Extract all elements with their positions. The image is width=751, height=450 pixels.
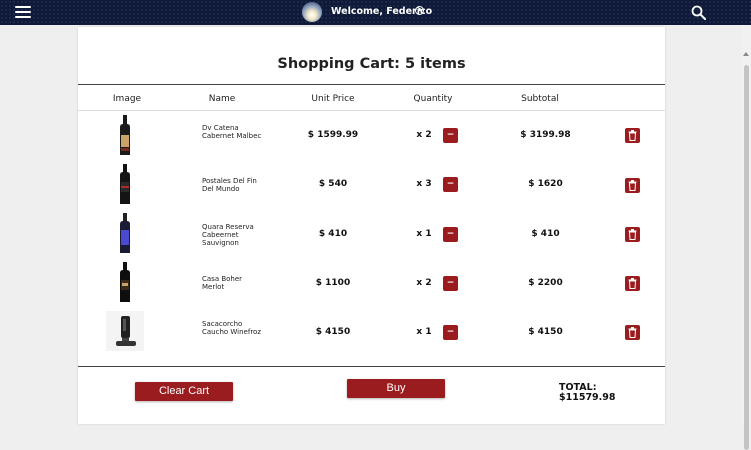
cart-row: Sacacorcho Caucho Winefroz $ 4150 x 1 − … <box>78 311 665 360</box>
scroll-up-arrow-icon[interactable] <box>743 52 749 56</box>
trash-icon <box>628 180 637 191</box>
page-title: Shopping Cart: 5 items <box>277 56 466 72</box>
column-header-unit-price: Unit Price <box>311 94 355 104</box>
corkscrew-image <box>106 311 144 351</box>
quantity: x 2 <box>416 278 432 288</box>
column-header-name: Name <box>208 94 236 104</box>
trash-icon <box>628 130 637 141</box>
cart-row: Quara Reserva Cabeernet Sauvignon $ 410 … <box>78 213 665 262</box>
search-icon[interactable] <box>691 5 706 20</box>
quantity: x 1 <box>416 327 432 337</box>
subtotal: $ 4150 <box>528 327 563 337</box>
product-name: Quara Reserva Cabeernet Sauvignon <box>202 223 254 247</box>
subtotal: $ 1620 <box>528 179 563 189</box>
cart-row: Dv Catena Cabernet Malbec $ 1599.99 x 2 … <box>78 115 665 164</box>
quantity: x 3 <box>416 179 432 189</box>
trash-icon <box>628 327 637 338</box>
product-name: Dv Catena Cabernet Malbec <box>202 124 262 140</box>
page-scrollbar[interactable] <box>742 25 751 450</box>
quantity: x 1 <box>416 229 432 239</box>
decrease-quantity-button[interactable]: − <box>443 227 458 242</box>
clear-cart-button[interactable]: Clear Cart <box>135 382 233 401</box>
product-name: Postales Del Fin Del Mundo <box>202 177 257 193</box>
footer-divider <box>78 366 665 367</box>
delete-item-button[interactable] <box>625 227 640 242</box>
product-name: Sacacorcho Caucho Winefroz <box>202 320 262 336</box>
wine-bottle-image <box>120 213 130 253</box>
column-header-subtotal: Subtotal <box>521 94 559 104</box>
column-header-image: Image <box>112 94 142 104</box>
unit-price: $ 4150 <box>315 327 351 337</box>
logo-icon <box>302 2 322 22</box>
unit-price: $ 1599.99 <box>307 130 359 140</box>
delete-item-button[interactable] <box>625 325 640 340</box>
quantity: x 2 <box>416 130 432 140</box>
column-header-divider <box>78 110 665 111</box>
buy-button[interactable]: Buy <box>347 379 445 398</box>
total-value: $11579.98 <box>559 392 616 403</box>
decrease-quantity-button[interactable]: − <box>443 177 458 192</box>
wine-bottle-image <box>120 164 130 204</box>
decrease-quantity-button[interactable]: − <box>443 276 458 291</box>
cart-row: Postales Del Fin Del Mundo $ 540 x 3 − $… <box>78 164 665 213</box>
scrollbar-thumb[interactable] <box>744 65 749 450</box>
delete-item-button[interactable] <box>625 178 640 193</box>
cart-panel: Shopping Cart: 5 items Image Name Unit P… <box>78 27 665 424</box>
subtotal: $ 2200 <box>528 278 563 288</box>
trash-icon <box>628 229 637 240</box>
delete-item-button[interactable] <box>625 128 640 143</box>
unit-price: $ 1100 <box>315 278 351 288</box>
column-header-quantity: Quantity <box>413 94 453 104</box>
unit-price: $ 410 <box>318 229 348 239</box>
decrease-quantity-button[interactable]: − <box>443 325 458 340</box>
wine-bottle-image <box>120 115 130 155</box>
hamburger-menu-icon[interactable] <box>15 5 31 19</box>
decrease-quantity-button[interactable]: − <box>443 128 458 143</box>
wine-bottle-image <box>120 262 130 302</box>
user-icon[interactable] <box>415 6 424 15</box>
product-name: Casa Boher Merlot <box>202 275 243 291</box>
header-divider <box>78 84 665 85</box>
unit-price: $ 540 <box>318 179 348 189</box>
subtotal: $ 410 <box>531 229 560 239</box>
delete-item-button[interactable] <box>625 276 640 291</box>
cart-row: Casa Boher Merlot $ 1100 x 2 − $ 2200 <box>78 262 665 311</box>
subtotal: $ 3199.98 <box>520 130 571 140</box>
trash-icon <box>628 278 637 289</box>
top-nav-bar: Welcome, Federico <box>0 0 751 25</box>
